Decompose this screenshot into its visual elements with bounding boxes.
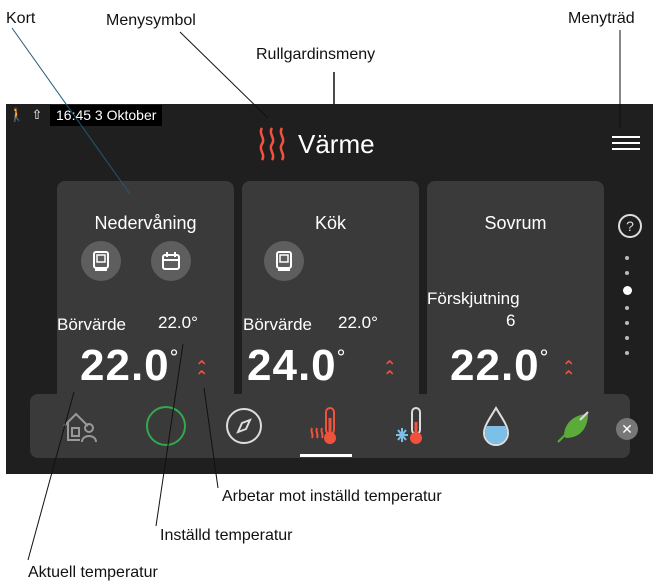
page-dot <box>625 321 629 325</box>
page-dot <box>625 351 629 355</box>
page-dot <box>625 256 629 260</box>
help-icon[interactable]: ? <box>618 214 642 238</box>
thermostat-icon <box>276 251 292 271</box>
setpoint-label: Börvärde <box>57 315 126 334</box>
callout-kort: Kort <box>6 10 36 27</box>
page-dot-active <box>623 286 632 295</box>
close-button[interactable]: ✕ <box>616 418 638 440</box>
zone-card-nedervaning[interactable]: Nedervåning Börvärde 22.0° 22.0° ⌃ ⌃ <box>57 181 234 401</box>
water-drop-icon <box>482 406 510 446</box>
card-title: Sovrum <box>484 213 547 233</box>
thermostat-icon <box>93 251 109 271</box>
tab-status[interactable] <box>142 402 190 450</box>
current-temperature: 22.0° <box>80 341 180 390</box>
setpoint-label: Börvärde <box>243 315 312 334</box>
page-indicator[interactable] <box>623 256 632 366</box>
tab-heating[interactable] <box>302 402 350 450</box>
tab-house-person[interactable] <box>56 402 104 450</box>
setpoint-value: 22.0° <box>338 313 378 332</box>
page-dot <box>625 306 629 310</box>
tab-water[interactable] <box>472 402 520 450</box>
callout-menytrad: Menyträd <box>568 10 635 27</box>
status-time: 16:45 3 Oktober <box>50 104 163 126</box>
card-title: Kök <box>314 213 347 233</box>
page-dot <box>625 271 629 275</box>
calendar-icon <box>162 252 180 270</box>
tab-energy[interactable] <box>550 402 598 450</box>
circle-icon <box>146 406 186 446</box>
up-chevrons-icon: ⌃ ⌃ <box>383 359 397 386</box>
current-temperature: 22.0° <box>450 341 550 390</box>
status-bar[interactable]: 🚶 ⇧ 16:45 3 Oktober <box>6 104 163 126</box>
up-chevrons-icon: ⌃ ⌃ <box>195 359 209 386</box>
active-tab-indicator <box>300 454 352 457</box>
callout-arbetar: Arbetar mot inställd temperatur <box>222 488 442 505</box>
tab-cooling[interactable] <box>388 402 436 450</box>
callout-rullgardinsmeny: Rullgardinsmeny <box>256 46 376 63</box>
compass-icon <box>226 408 262 444</box>
zone-card-sovrum[interactable]: Sovrum Förskjutning 6 22.0° ⌃ ⌃ <box>427 181 604 401</box>
house-person-icon <box>63 412 97 443</box>
schedule-button[interactable] <box>151 241 191 281</box>
tab-compass[interactable] <box>220 402 268 450</box>
callout-installd: Inställd temperatur <box>160 527 293 544</box>
setpoint-value: 22.0° <box>158 313 198 332</box>
upload-icon: ⇧ <box>31 107 43 122</box>
page-header: Värme <box>254 124 375 164</box>
menu-tree-icon[interactable] <box>612 132 640 154</box>
callout-aktuell: Aktuell temperatur <box>28 564 158 581</box>
page-title: Värme <box>298 128 375 159</box>
card-title: Nedervåning <box>94 213 197 233</box>
offset-label: Förskjutning <box>427 289 520 308</box>
zone-card-kok[interactable]: Kök Börvärde 22.0° 24.0° ⌃ ⌃ <box>242 181 419 401</box>
plug-leaf-icon <box>557 411 589 443</box>
room-unit-button[interactable] <box>81 241 121 281</box>
device-screen: 🚶 ⇧ 16:45 3 Oktober Värme Nedervåning Bö… <box>6 104 653 474</box>
current-temperature: 24.0° <box>247 341 347 390</box>
room-unit-button[interactable] <box>264 241 304 281</box>
heat-waves-icon <box>259 127 285 161</box>
up-chevrons-icon: ⌃ ⌃ <box>562 359 576 386</box>
heating-thermometer-icon <box>310 407 336 444</box>
page-dot <box>625 336 629 340</box>
offset-value: 6 <box>506 311 516 330</box>
person-walking-icon: 🚶 <box>8 107 26 122</box>
cooling-thermometer-icon <box>396 407 422 444</box>
callout-menysymbol: Menysymbol <box>106 12 196 29</box>
dropdown-menu-bar: ✕ <box>30 394 638 458</box>
